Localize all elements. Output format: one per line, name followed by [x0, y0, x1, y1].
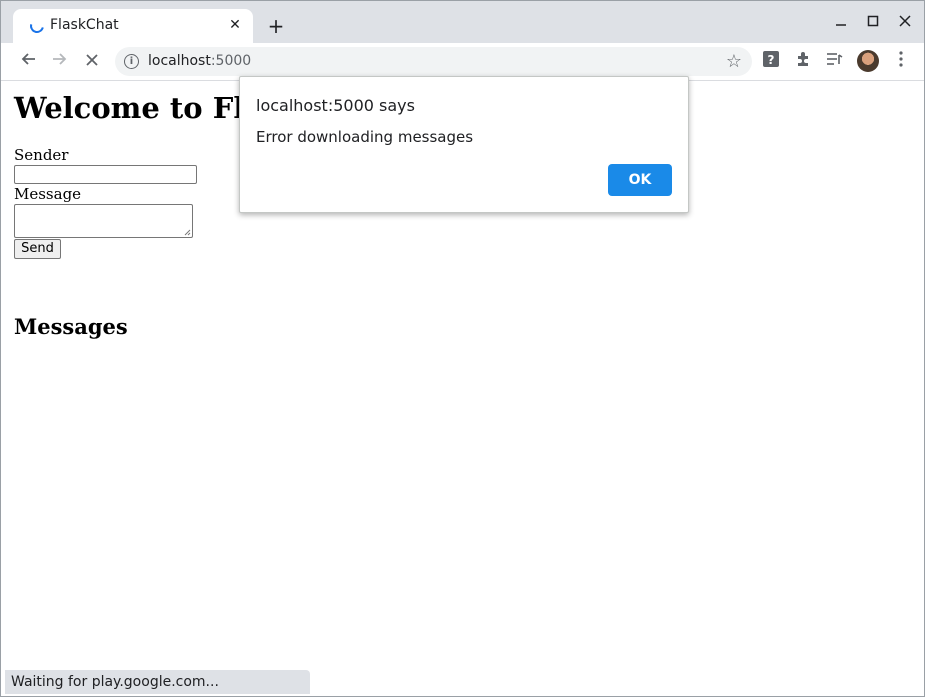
- alert-dialog: localhost:5000 says Error downloading me…: [239, 76, 689, 213]
- message-label: Message: [14, 185, 82, 203]
- tab-strip: FlaskChat ✕ +: [1, 1, 924, 43]
- browser-window: FlaskChat ✕ + i localhost:5000 ☆ ? Welco…: [0, 0, 925, 697]
- maximize-icon[interactable]: [862, 13, 884, 33]
- url-port: :5000: [210, 53, 252, 69]
- url-host: localhost: [148, 53, 211, 69]
- site-info-icon[interactable]: i: [124, 54, 139, 69]
- ok-button[interactable]: OK: [608, 164, 672, 196]
- resize-handle-icon: [184, 229, 191, 236]
- extensions-puzzle-icon[interactable]: [791, 50, 815, 74]
- sender-input[interactable]: [14, 165, 197, 184]
- dialog-title: localhost:5000 says: [256, 96, 415, 115]
- svg-text:?: ?: [768, 53, 775, 67]
- dialog-message: Error downloading messages: [256, 128, 474, 146]
- sender-label: Sender: [14, 146, 69, 164]
- minimize-icon[interactable]: [830, 13, 852, 33]
- menu-kebab-icon[interactable]: [889, 50, 913, 74]
- new-tab-icon[interactable]: +: [265, 15, 287, 37]
- tab-close-icon[interactable]: ✕: [225, 15, 245, 35]
- tab-flaskchat[interactable]: FlaskChat ✕: [13, 9, 253, 43]
- stop-loading-icon[interactable]: [80, 50, 104, 74]
- back-icon[interactable]: [16, 50, 40, 74]
- help-extension-icon[interactable]: ?: [759, 50, 783, 74]
- close-window-icon[interactable]: [894, 13, 916, 33]
- url-text[interactable]: localhost:5000: [148, 53, 251, 69]
- forward-icon[interactable]: [48, 50, 72, 74]
- message-textarea[interactable]: [14, 204, 193, 238]
- status-bar: Waiting for play.google.com...: [5, 670, 310, 694]
- send-button[interactable]: Send: [14, 239, 61, 259]
- address-bar[interactable]: i localhost:5000 ☆: [115, 47, 752, 76]
- tab-title: FlaskChat: [50, 17, 119, 33]
- reading-list-icon[interactable]: [823, 50, 847, 74]
- bookmark-star-icon[interactable]: ☆: [726, 51, 742, 72]
- messages-heading: Messages: [14, 314, 128, 339]
- loading-spinner-icon: [27, 16, 47, 36]
- profile-avatar[interactable]: [857, 50, 879, 72]
